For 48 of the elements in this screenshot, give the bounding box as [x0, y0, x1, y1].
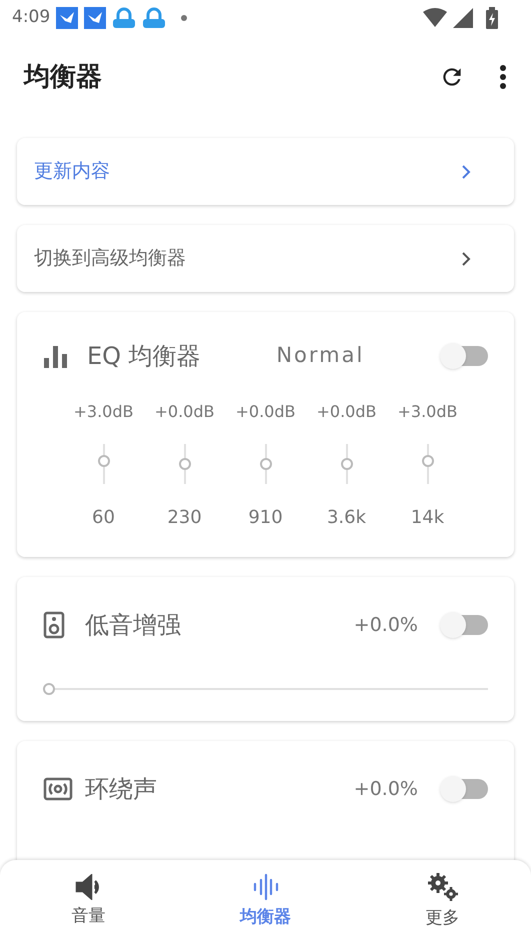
card-title: EQ 均衡器: [87, 341, 201, 372]
frequency-label: 910: [248, 506, 283, 530]
frequency-label: 14k: [410, 506, 444, 530]
notification-icon: [56, 7, 78, 29]
notification-icon: [84, 7, 106, 29]
chevron-right-icon: [461, 164, 471, 180]
status-time: 4:09: [12, 6, 50, 30]
bar-chart-icon: [43, 344, 69, 368]
sound-wave-icon: [252, 873, 280, 902]
dot-icon: [180, 14, 188, 22]
chevron-right-icon: [461, 250, 471, 266]
card-title: 低音增强: [85, 610, 182, 641]
toggle-switch[interactable]: [440, 343, 488, 369]
band-slider[interactable]: [340, 444, 352, 484]
band-slider[interactable]: [178, 444, 190, 484]
percent-reading: +0.0%: [354, 776, 418, 802]
lock-icon: [142, 7, 166, 29]
percent-reading: +0.0%: [354, 612, 418, 638]
page-title: 均衡器: [24, 60, 103, 94]
strength-slider[interactable]: [43, 683, 488, 695]
nav-tab[interactable]: 均衡器: [177, 860, 354, 944]
frequency-label: 3.6k: [326, 506, 366, 530]
signal-icon: [453, 8, 473, 28]
frequency-label: 60: [92, 506, 115, 530]
gain-label: +3.0dB: [74, 401, 134, 423]
gain-label: +0.0dB: [154, 401, 214, 423]
preset-name[interactable]: Normal: [200, 340, 440, 372]
lock-icon: [112, 7, 136, 29]
gain-label: +0.0dB: [316, 401, 376, 423]
gears-icon: [426, 872, 458, 902]
gain-label: +3.0dB: [398, 401, 458, 423]
link-row[interactable]: 切换到高级均衡器: [17, 225, 514, 292]
surround-sound-icon: [43, 777, 73, 801]
wifi-icon: [423, 8, 447, 28]
link-row[interactable]: 更新内容: [17, 138, 514, 205]
toggle-switch[interactable]: [440, 612, 488, 638]
speaker-icon: [43, 611, 65, 639]
band-slider[interactable]: [98, 444, 110, 484]
card-title: 环绕声: [85, 774, 158, 805]
frequency-label: 230: [167, 506, 202, 530]
battery-icon: [485, 7, 499, 29]
band-slider[interactable]: [422, 444, 434, 484]
nav-tab[interactable]: 更多: [354, 860, 531, 944]
more-options-icon[interactable]: [499, 64, 507, 90]
toggle-switch[interactable]: [440, 776, 488, 802]
band-slider[interactable]: [260, 444, 272, 484]
gain-label: +0.0dB: [236, 401, 296, 423]
nav-tab[interactable]: 音量: [0, 860, 177, 944]
